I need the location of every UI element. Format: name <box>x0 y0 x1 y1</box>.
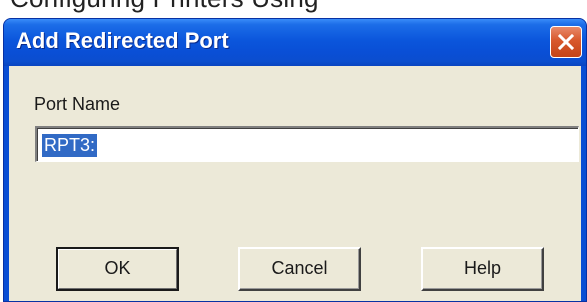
port-name-input[interactable]: RPT3: <box>35 126 579 162</box>
ok-button[interactable]: OK <box>56 247 179 291</box>
port-name-label: Port Name <box>34 94 121 114</box>
dialog-title: Add Redirected Port <box>16 28 229 53</box>
screen: Configuring Printers Using Add Redirecte… <box>0 0 587 302</box>
close-button[interactable] <box>550 26 582 58</box>
help-button[interactable]: Help <box>421 247 544 291</box>
port-name-selected-text: RPT3: <box>42 134 98 157</box>
add-redirected-port-dialog: Add Redirected Port Port Name RPT3: OK C… <box>3 18 587 302</box>
cancel-button[interactable]: Cancel <box>238 247 361 291</box>
background-clipped-text: Configuring Printers Using <box>10 0 319 14</box>
title-bar[interactable]: Add Redirected Port <box>4 19 586 66</box>
close-icon <box>558 34 574 50</box>
dialog-body: Port Name RPT3: OK Cancel Help <box>9 66 581 301</box>
